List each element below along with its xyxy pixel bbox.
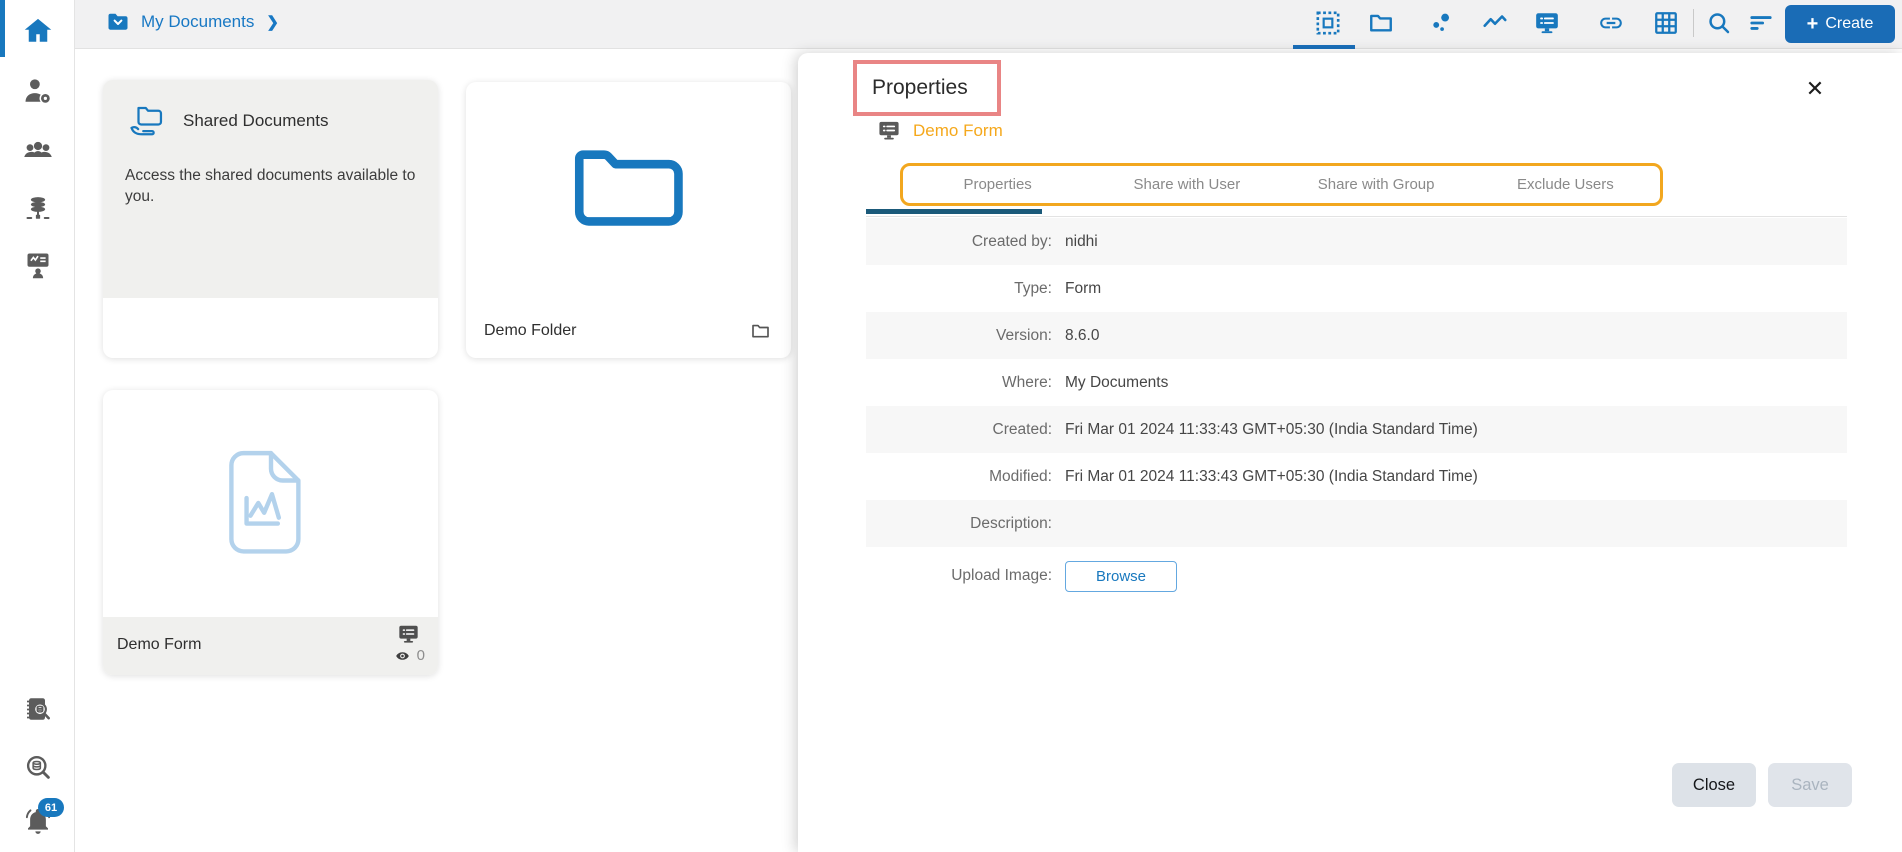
demo-form-card[interactable]: Demo Form 0 [103,390,438,675]
form-card-label: Demo Form [117,636,202,653]
row-label: Modified: [989,467,1052,485]
data-search-icon[interactable] [23,752,53,782]
properties-panel: Properties ✕ Demo Form Properties Share … [798,53,1902,852]
tab-share-with-user[interactable]: Share with User [1092,176,1281,193]
row-label: Version: [995,326,1052,344]
create-button-label: Create [1825,15,1874,32]
panel-tabs: Properties Share with User Share with Gr… [900,163,1663,206]
row-value: Fri Mar 01 2024 11:33:43 GMT+05:30 (Indi… [1065,467,1478,485]
create-button[interactable]: + Create [1785,5,1895,43]
annotation-highlight-box: Properties [853,60,1001,116]
search-icon[interactable] [1706,10,1732,36]
table-grid-icon[interactable] [1653,10,1679,36]
row-value: Fri Mar 01 2024 11:33:43 GMT+05:30 (Indi… [1065,420,1478,438]
row-label: Created by: [971,232,1052,250]
topbar: My Documents ❯ + Create [75,0,1902,49]
audit-log-search-icon[interactable] [23,694,53,724]
tabs-divider [866,216,1847,217]
form-document-icon [229,450,301,554]
row-label: Where: [1002,373,1052,391]
toolbar-active-underline [1293,45,1355,49]
folder-icon [574,150,683,226]
panel-title: Properties [872,76,968,99]
eye-icon [395,651,409,660]
tab-exclude-users[interactable]: Exclude Users [1471,176,1660,193]
folders-view-icon[interactable] [1368,10,1394,36]
property-row-modified: Modified: Fri Mar 01 2024 11:33:43 GMT+0… [866,453,1847,500]
tab-properties[interactable]: Properties [903,176,1092,193]
tab-share-with-group[interactable]: Share with Group [1282,176,1471,193]
panel-item-header: Demo Form [875,119,1003,142]
form-type-icon [399,625,418,643]
notification-badge: 61 [38,798,64,817]
shared-card-title: Shared Documents [183,111,329,130]
row-label: Description: [970,514,1052,532]
database-icon[interactable] [23,194,53,224]
row-label: Upload Image: [951,567,1052,584]
toolbar-divider [1693,9,1694,37]
property-row-created: Created: Fri Mar 01 2024 11:33:43 GMT+05… [866,406,1847,453]
row-label: Type: [1014,279,1052,297]
row-value: nidhi [1065,232,1098,250]
plus-icon: + [1806,13,1819,35]
small-folder-icon [752,324,769,338]
user-groups-icon[interactable] [23,136,53,166]
folder-card-label: Demo Folder [484,322,577,339]
property-row-type: Type: Form [866,265,1847,312]
app-window: 61 My Documents ❯ + Create Shared Docume… [0,0,1902,852]
link-icon[interactable] [1598,10,1624,36]
shared-documents-card[interactable]: Shared Documents Access the shared docum… [103,80,438,358]
line-chart-icon[interactable] [1482,10,1508,36]
chevron-right-icon: ❯ [266,14,279,31]
bubble-chart-icon[interactable] [1428,10,1454,36]
panel-item-name: Demo Form [913,120,1003,140]
sidebar-active-indicator [0,0,5,57]
property-row-version: Version: 8.6.0 [866,312,1847,359]
active-tab-underline [866,209,1042,214]
property-row-description: Description: [866,500,1847,547]
close-button[interactable]: Close [1672,763,1756,807]
shared-card-footer [103,298,438,358]
save-button[interactable]: Save [1768,763,1852,807]
sort-filter-icon[interactable] [1748,10,1774,36]
demo-folder-card[interactable]: Demo Folder [466,82,791,358]
row-value: My Documents [1065,373,1169,391]
user-settings-icon[interactable] [23,76,53,106]
property-row-created-by: Created by: nidhi [866,218,1847,265]
breadcrumb-label: My Documents [141,12,255,31]
close-icon[interactable]: ✕ [1802,76,1828,102]
row-label: Created: [992,420,1052,438]
panel-actions: Close Save [1672,763,1852,807]
view-count: 0 [416,647,425,664]
training-board-icon[interactable] [23,250,53,280]
home-icon[interactable] [23,16,53,46]
folder-dropdown-icon [108,13,128,30]
row-value: Form [1065,279,1102,297]
forms-view-icon[interactable] [1534,10,1560,36]
row-value: 8.6.0 [1065,326,1100,344]
designer-view-icon[interactable] [1315,10,1341,36]
property-row-where: Where: My Documents [866,359,1847,406]
property-row-upload-image: Upload Image: Browse [866,547,1847,605]
shared-card-description: Access the shared documents available to… [125,167,416,205]
breadcrumb[interactable]: My Documents ❯ [105,10,279,34]
view-counter: 0 [393,647,425,664]
browse-button[interactable]: Browse [1065,560,1177,592]
form-type-icon [879,121,899,140]
form-card-footer: Demo Form 0 [103,617,438,675]
shared-folder-icon [130,106,163,136]
sidebar: 61 [0,0,75,852]
